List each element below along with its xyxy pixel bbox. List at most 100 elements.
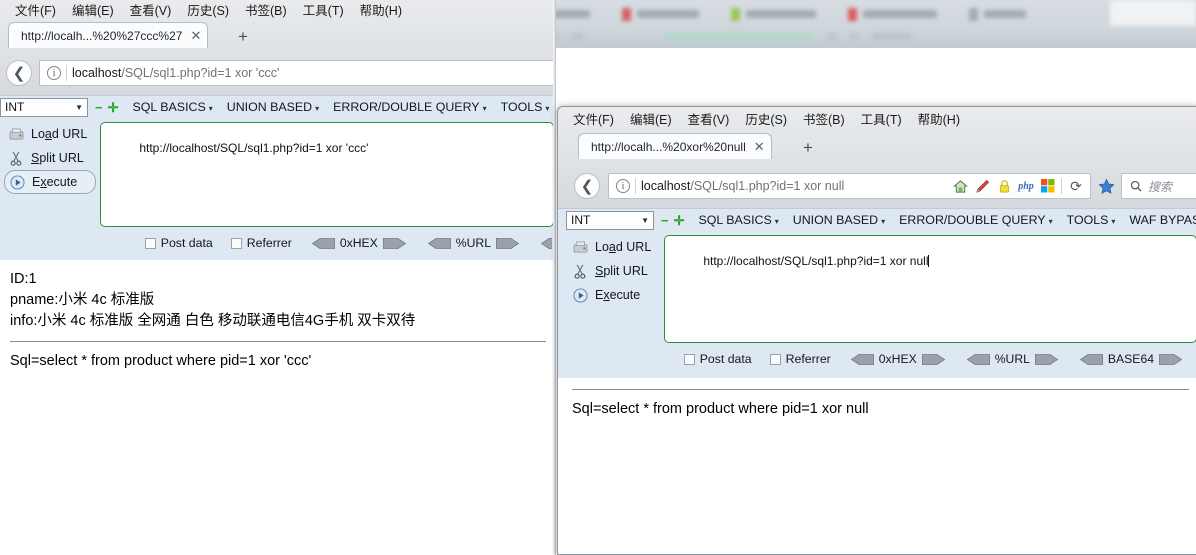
menu-file[interactable]: 文件(F) [565,109,622,128]
tab-close-icon[interactable]: ✕ [190,29,201,42]
reload-icon[interactable]: ⟳ [1066,178,1086,195]
hb-menu-sql-basics[interactable]: SQL BASICS ▾ [126,100,220,114]
menu-file[interactable]: 文件(F) [7,0,64,19]
minus-icon[interactable]: − [95,101,103,114]
hb-menu-label: TOOLS [500,100,543,114]
referrer-option[interactable]: Referrer [222,236,301,250]
window1-page-content: ID:1 pname:小米 4c 标准版 info:小米 4c 标准版 全网通 … [0,260,556,555]
post-data-option[interactable]: Post data [675,352,761,366]
encoder-hex[interactable]: 0xHEX [840,352,956,366]
hb-menu-union-based[interactable]: UNION BASED ▾ [220,100,326,114]
menu-tools[interactable]: 工具(T) [853,109,910,128]
chevron-down-icon: ▾ [881,216,886,226]
plus-icon[interactable]: ✛ [108,101,119,114]
new-tab-button[interactable]: + [238,28,248,45]
url-bar[interactable]: i localhost/SQL/sql1.php?id=1 xor 'ccc' … [39,60,556,86]
hackbar2-menus: SQL BASICS ▾ UNION BASED ▾ ERROR/DOUBLE QU… [692,213,1196,227]
menu-tools[interactable]: 工具(T) [295,0,352,19]
url-path: /SQL/sql1.php?id=1 xor null [690,179,845,193]
hb-menu-tools[interactable]: TOOLS ▾ [494,100,556,114]
windows-logo-icon[interactable] [1039,177,1057,195]
page-info-icon[interactable]: i [616,179,630,193]
new-tab-button[interactable]: + [803,139,813,156]
encoder-hex[interactable]: 0xHEX [301,236,417,250]
referrer-checkbox[interactable] [230,237,242,249]
hb-menu-error-double-query[interactable]: ERROR/DOUBLE QUERY ▾ [892,213,1059,227]
hb-menu-label: TOOLS [1066,213,1109,227]
window1-navbar: ❮ i localhost/SQL/sql1.php?id=1 xor 'ccc… [0,56,556,90]
hackbar2-body: Load URL Split URL Execute http://localh… [558,231,1196,347]
home-addon-icon[interactable] [951,177,969,195]
load-url-button[interactable]: Load URL [4,122,100,146]
post-data-option[interactable]: Post data [136,236,222,250]
php-icon[interactable]: php [1017,177,1035,195]
hackbar1-options-row: Post data Referrer 0xHEX %URL [0,231,556,255]
menu-help[interactable]: 帮助(H) [910,109,968,128]
search-icon [1130,180,1142,192]
background-tab [1110,0,1196,26]
scissors-icon [8,150,24,166]
tab-active[interactable]: http://localh...%20xor%20null ✕ [578,133,772,159]
hackbar2-url-textarea[interactable]: http://localhost/SQL/sql1.php?id=1 xor n… [664,235,1196,343]
window1-hackbar: INT ▼ − ✛ SQL BASICS ▾ UNION BASED ▾ ERROR… [0,95,556,260]
load-url-button[interactable]: Load URL [568,235,664,259]
load-url-icon [572,239,588,255]
menu-help[interactable]: 帮助(H) [352,0,410,19]
hackbar1-body: Load URL Split URL Execute http://localh… [0,118,556,231]
type-select[interactable]: INT ▼ [566,210,654,230]
tab-close-icon[interactable]: ✕ [754,140,765,153]
bookmark-star-blue-icon[interactable] [1091,177,1121,195]
referrer-checkbox[interactable] [769,353,781,365]
hb-menu-tools[interactable]: TOOLS ▾ [1060,213,1123,227]
post-data-checkbox[interactable] [683,353,695,365]
hb-menu-union-based[interactable]: UNION BASED ▾ [786,213,892,227]
window2-tabstrip: http://localh...%20xor%20null ✕ + [558,131,1196,159]
execute-button[interactable]: Execute [4,170,96,194]
back-button[interactable]: ❮ [6,60,32,86]
back-button[interactable]: ❮ [574,173,600,199]
split-url-button[interactable]: Split URL [4,146,100,170]
encoder-base64-partial[interactable] [530,237,552,249]
lock-icon[interactable] [995,177,1013,195]
hb-menu-error-double-query[interactable]: ERROR/DOUBLE QUERY ▾ [326,100,493,114]
hackbar1-menus: SQL BASICS ▾ UNION BASED ▾ ERROR/DOUBLE QU… [126,100,557,114]
menu-view[interactable]: 查看(V) [122,0,180,19]
page-info-icon[interactable]: i [47,66,61,80]
split-url-button[interactable]: Split URL [568,259,664,283]
menu-view[interactable]: 查看(V) [680,109,738,128]
pencil-icon[interactable] [973,177,991,195]
post-data-checkbox[interactable] [144,237,156,249]
hackbar2-plusminus: − ✛ [654,214,692,227]
arrow-left-icon [850,353,874,365]
hackbar2-url-value: http://localhost/SQL/sql1.php?id=1 xor n… [703,254,929,268]
encoder-base64[interactable]: BASE64 [1069,352,1193,366]
type-select[interactable]: INT ▼ [0,97,88,117]
hackbar1-url-textarea[interactable]: http://localhost/SQL/sql1.php?id=1 xor '… [100,122,554,227]
menu-bookmarks[interactable]: 书签(B) [237,0,295,19]
menu-history[interactable]: 历史(S) [737,109,795,128]
menu-edit[interactable]: 编辑(E) [622,109,680,128]
url-host: localhost [72,66,122,80]
hb-menu-waf-bypass[interactable]: WAF BYPASS▾ [1122,213,1196,227]
encoder-url[interactable]: %URL [956,352,1069,366]
arrow-left-icon [1079,353,1103,365]
minus-icon[interactable]: − [661,214,669,227]
browser-window-1: 文件(F) 编辑(E) 查看(V) 历史(S) 书签(B) 工具(T) 帮助(H… [0,0,556,555]
arrow-left-icon [966,353,990,365]
hb-menu-label: ERROR/DOUBLE QUERY [899,213,1046,227]
tab-active[interactable]: http://localh...%20%27ccc%27 ✕ [8,22,209,48]
referrer-option[interactable]: Referrer [761,352,840,366]
hb-menu-sql-basics[interactable]: SQL BASICS ▾ [692,213,786,227]
execute-button[interactable]: Execute [568,283,664,307]
page-divider [572,389,1189,390]
search-box[interactable]: 搜索 [1121,173,1196,199]
plus-icon[interactable]: ✛ [674,214,685,227]
url-bar[interactable]: i localhost/SQL/sql1.php?id=1 xor null p… [608,173,1091,199]
chevron-down-icon: ▾ [1048,216,1053,226]
encoder-url[interactable]: %URL [417,236,530,250]
hackbar1-menu-row: INT ▼ − ✛ SQL BASICS ▾ UNION BASED ▾ ERROR… [0,96,556,118]
arrow-right-icon [496,237,519,249]
menu-edit[interactable]: 编辑(E) [64,0,122,19]
menu-history[interactable]: 历史(S) [179,0,237,19]
menu-bookmarks[interactable]: 书签(B) [795,109,853,128]
